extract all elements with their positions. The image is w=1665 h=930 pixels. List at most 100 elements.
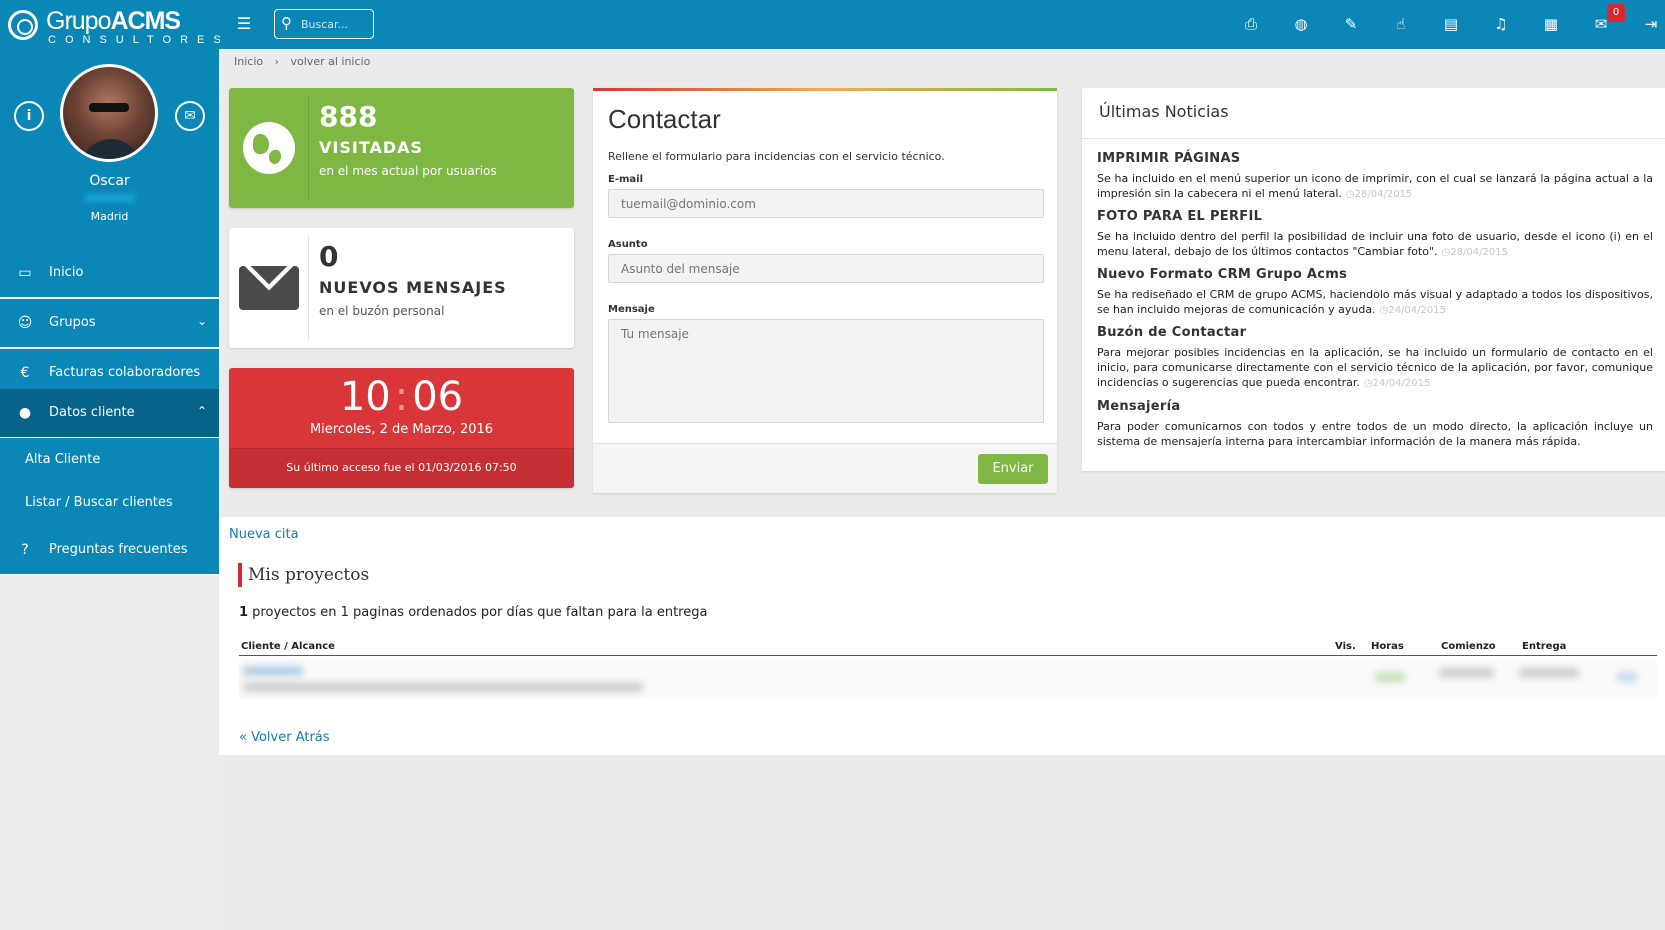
- profile-panel: i ✉ Oscar Madrid: [0, 49, 219, 249]
- sidebar-item-label: Facturas colaboradores: [49, 365, 201, 380]
- breadcrumb-separator: ›: [274, 55, 280, 68]
- breadcrumb-home[interactable]: Inicio: [234, 55, 263, 68]
- news-item: Mensajería Para poder comunicarnos con t…: [1097, 399, 1653, 449]
- calendar-icon[interactable]: ▦: [1540, 14, 1562, 34]
- sidebar-item-inicio[interactable]: ▭ Inicio: [0, 249, 219, 298]
- chart-icon[interactable]: ▤: [1440, 14, 1462, 34]
- news-text: Se ha incluido dentro del perfil la posi…: [1097, 230, 1653, 258]
- contact-panel: Contactar Rellene el formulario para inc…: [593, 88, 1057, 493]
- question-icon: ?: [21, 542, 29, 558]
- profile-role-blurred: [85, 194, 135, 202]
- logo-tagline: CONSULTORES: [48, 34, 230, 46]
- sidebar-item-label: Preguntas frecuentes: [49, 542, 188, 557]
- email-field[interactable]: [608, 189, 1044, 218]
- send-button[interactable]: Enviar: [978, 454, 1048, 484]
- sidebar-item-label: Datos cliente: [49, 405, 135, 420]
- breadcrumb: Inicio › volver al inicio: [234, 55, 378, 68]
- section-accent-bar: [238, 563, 242, 587]
- sidebar-item-preguntas[interactable]: ? Preguntas frecuentes: [0, 526, 219, 575]
- info-icon[interactable]: i: [14, 101, 44, 131]
- clock-colon: :: [394, 374, 409, 420]
- breadcrumb-current[interactable]: volver al inicio: [291, 55, 371, 68]
- clock-tile: 10:06 Miercoles, 2 de Marzo, 2016 Su últ…: [229, 368, 574, 488]
- chevron-down-icon: ⌄: [196, 314, 207, 328]
- news-item: IMPRIMIR PÁGINAS Se ha incluido en el me…: [1097, 151, 1653, 202]
- tile-divider: [308, 96, 309, 200]
- search-icon[interactable]: ⚲: [281, 14, 292, 32]
- news-divider: [1082, 138, 1665, 139]
- blurred-cell: [1375, 673, 1405, 681]
- blurred-cell: [243, 667, 303, 675]
- sidebar-item-grupos[interactable]: ☺ Grupos ⌄: [0, 299, 219, 348]
- projects-panel: Nueva cita Mis proyectos 1 proyectos en …: [219, 517, 1665, 755]
- messages-tile[interactable]: 0 NUEVOS MENSAJES en el buzón personal: [229, 228, 574, 348]
- logo-mark-icon: [8, 10, 38, 40]
- blurred-cell: [1439, 669, 1494, 677]
- col-header-entrega[interactable]: Entrega: [1522, 641, 1566, 652]
- blurred-cell: [1617, 673, 1637, 681]
- sidebar-item-datos-cliente[interactable]: ● Datos cliente ⌃: [0, 389, 219, 438]
- news-date: ◷24/04/2015: [1379, 305, 1446, 316]
- table-row[interactable]: [239, 659, 1657, 699]
- menu-toggle-icon[interactable]: ☰: [233, 14, 255, 34]
- clock-hours: 10: [339, 374, 391, 420]
- visits-title: VISITADAS: [319, 138, 424, 157]
- print-icon[interactable]: ⎙: [1240, 14, 1262, 34]
- users-icon: ☺: [17, 315, 33, 331]
- news-item: FOTO PARA EL PERFIL Se ha incluido dentr…: [1097, 209, 1653, 260]
- logout-icon[interactable]: ⇥: [1640, 14, 1662, 34]
- news-heading: FOTO PARA EL PERFIL: [1097, 209, 1263, 224]
- message-label: Mensaje: [608, 304, 655, 315]
- globe-icon[interactable]: ◍: [1290, 14, 1312, 34]
- search-box[interactable]: ⚲: [274, 9, 374, 39]
- contact-accent-bar: [593, 88, 1057, 91]
- blurred-cell: [243, 683, 643, 691]
- sidebar-item-label: Grupos: [49, 315, 96, 330]
- logo[interactable]: GrupoACMS CONSULTORES: [6, 6, 221, 46]
- blurred-cell: [1519, 669, 1579, 677]
- wrench-icon[interactable]: ✎: [1340, 14, 1362, 34]
- news-text: Para poder comunicarnos con todos y entr…: [1097, 420, 1653, 448]
- visits-count: 888: [319, 100, 378, 133]
- back-link[interactable]: « Volver Atrás: [239, 730, 330, 745]
- subject-field[interactable]: [608, 254, 1044, 283]
- new-appointment-link[interactable]: Nueva cita: [229, 527, 299, 542]
- news-date: ◷28/04/2015: [1441, 247, 1508, 258]
- col-header-cliente[interactable]: Cliente / Alcance: [241, 641, 335, 652]
- news-date: ◷24/04/2015: [1363, 378, 1431, 389]
- search-input[interactable]: [301, 16, 369, 32]
- logo-text: GrupoACMS: [46, 7, 181, 35]
- col-header-horas[interactable]: Horas: [1371, 641, 1404, 652]
- projects-title: Mis proyectos: [248, 565, 370, 585]
- col-header-vis[interactable]: Vis.: [1335, 641, 1356, 652]
- main-content: Inicio › volver al inicio 888 VISITADAS …: [219, 49, 1665, 930]
- contact-footer: Enviar: [593, 443, 1057, 493]
- user-icon: ●: [18, 405, 32, 421]
- clock-time: 10:06: [229, 374, 574, 420]
- chevron-up-icon: ⌃: [196, 404, 207, 418]
- news-heading: Nuevo Formato CRM Grupo Acms: [1097, 267, 1348, 282]
- envelope-icon: [239, 266, 299, 310]
- news-panel: Últimas Noticias IMPRIMIR PÁGINAS Se ha …: [1082, 88, 1665, 471]
- news-date: ◷28/04/2015: [1345, 189, 1413, 200]
- news-heading: IMPRIMIR PÁGINAS: [1097, 151, 1241, 166]
- bell-icon[interactable]: ♫: [1490, 14, 1512, 34]
- messages-badge: 0: [1607, 4, 1625, 22]
- clock-minutes: 06: [412, 374, 464, 420]
- projects-summary: 1 proyectos en 1 paginas ordenados por d…: [239, 605, 708, 620]
- news-item: Buzón de Contactar Para mejorar posibles…: [1097, 325, 1653, 391]
- news-text: Se ha rediseñado el CRM de grupo ACMS, h…: [1097, 288, 1653, 316]
- avatar[interactable]: [60, 64, 158, 162]
- message-field[interactable]: [608, 319, 1044, 423]
- submenu-item-listar-clientes[interactable]: Listar / Buscar clientes: [25, 495, 173, 510]
- profile-city: Madrid: [90, 210, 129, 223]
- submenu-item-alta-cliente[interactable]: Alta Cliente: [25, 452, 100, 467]
- messages-count: 0: [319, 240, 339, 273]
- col-header-comienzo[interactable]: Comienzo: [1441, 641, 1496, 652]
- mail-icon[interactable]: ✉: [175, 101, 205, 131]
- last-access-text: Su último acceso fue el 01/03/2016 07:50: [286, 461, 517, 474]
- clock-date: Miercoles, 2 de Marzo, 2016: [309, 422, 494, 437]
- thumbs-up-icon[interactable]: ☝: [1390, 14, 1412, 34]
- tile-divider: [308, 236, 309, 340]
- visits-subtitle: en el mes actual por usuarios: [319, 164, 497, 178]
